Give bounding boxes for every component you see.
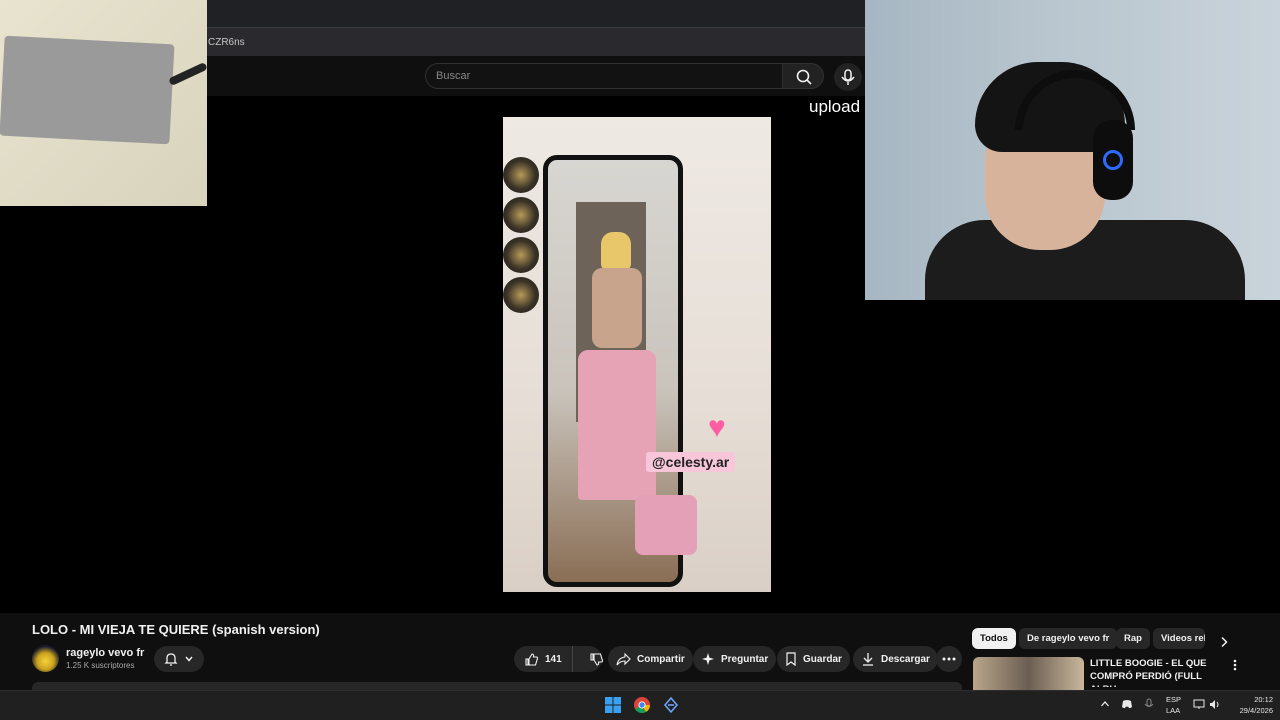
- search-button[interactable]: [782, 63, 824, 89]
- share-button[interactable]: Compartir: [608, 646, 693, 672]
- sparkle-icon: [702, 653, 714, 665]
- wall-decoration: [503, 157, 545, 327]
- chip-from-channel[interactable]: De rageylo vevo fr: [1019, 628, 1118, 649]
- discord-icon: [1122, 700, 1132, 709]
- download-icon: [863, 653, 873, 666]
- clock-date[interactable]: 29/4/2026: [1225, 706, 1273, 715]
- tray-network[interactable]: [1193, 698, 1205, 710]
- chevron-right-icon: [1221, 636, 1228, 648]
- keyboard-layout-indicator[interactable]: LAA: [1166, 706, 1180, 715]
- pink-bag-image: [635, 495, 697, 555]
- notification-bell-button[interactable]: [154, 646, 204, 672]
- subscriber-count: 1.25 K suscriptores: [66, 661, 135, 670]
- language-indicator[interactable]: ESP: [1166, 695, 1181, 704]
- like-dislike-group: 141: [514, 646, 603, 672]
- heart-sticker-icon: ♥: [708, 411, 726, 444]
- download-button[interactable]: Descargar: [853, 646, 938, 672]
- like-count: 141: [545, 653, 562, 665]
- search-icon: [796, 69, 812, 85]
- mention-sticker: @celesty.ar: [646, 452, 736, 472]
- taskbar-app[interactable]: [661, 695, 681, 715]
- voice-search-button[interactable]: [834, 63, 862, 91]
- camera-overlay-device: [0, 0, 207, 206]
- tray-volume[interactable]: [1209, 698, 1221, 710]
- headset-icon: [1093, 120, 1133, 200]
- ask-label: Preguntar: [721, 653, 769, 665]
- more-actions-button[interactable]: [936, 646, 962, 672]
- more-horizontal-icon: [942, 657, 956, 661]
- overlay-caption: upload: [809, 97, 861, 116]
- search-placeholder: Buscar: [436, 70, 471, 82]
- screen: CZR6ns Buscar ♥ @celesty.ar upload LOLO …: [0, 0, 1280, 720]
- windows-logo-icon: [605, 697, 621, 713]
- recommendation-thumbnail[interactable]: [973, 657, 1084, 690]
- chip-related-videos[interactable]: Videos rel: [1153, 628, 1205, 649]
- network-icon: [1193, 699, 1205, 709]
- recommendation-menu-button[interactable]: [1229, 658, 1241, 672]
- microphone-icon: [1144, 698, 1154, 707]
- search-input[interactable]: Buscar: [425, 63, 783, 89]
- video-frame[interactable]: ♥ @celesty.ar: [503, 117, 771, 592]
- more-vertical-icon: [1233, 659, 1237, 671]
- like-button[interactable]: 141: [514, 646, 573, 672]
- volume-icon: [1210, 699, 1219, 709]
- chip-rap[interactable]: Rap: [1116, 628, 1150, 649]
- channel-name[interactable]: rageylo vevo fr: [66, 647, 144, 659]
- webcam-overlay: [865, 0, 1280, 300]
- recommendation-title[interactable]: LITTLE BOOGIE - EL QUE COMPRÓ PERDIÓ (FU…: [1090, 657, 1225, 687]
- description-box-edge[interactable]: [32, 682, 962, 690]
- chevron-up-icon: [1101, 701, 1109, 707]
- thumbs-down-icon: [590, 652, 603, 666]
- chrome-icon: [634, 697, 650, 713]
- tray-overflow-button[interactable]: [1099, 698, 1111, 710]
- share-label: Compartir: [637, 653, 685, 665]
- mic-icon: [841, 69, 855, 85]
- tray-discord[interactable]: [1121, 698, 1133, 710]
- app-logo-icon: [664, 697, 678, 713]
- save-button[interactable]: Guardar: [777, 646, 850, 672]
- download-label: Descargar: [881, 653, 930, 665]
- bookmark-icon: [786, 652, 796, 666]
- ask-button[interactable]: Preguntar: [693, 646, 777, 672]
- video-title: LOLO - MI VIEJA TE QUIERE (spanish versi…: [32, 622, 320, 637]
- taskbar-chrome[interactable]: [632, 695, 652, 715]
- thumbs-up-icon: [525, 652, 539, 666]
- clock-time[interactable]: 20:12: [1243, 695, 1273, 704]
- chips-next-button[interactable]: [1214, 632, 1234, 652]
- start-button[interactable]: [603, 695, 623, 715]
- share-icon: [616, 652, 631, 665]
- bell-icon: [164, 653, 178, 666]
- chevron-down-icon: [185, 656, 193, 662]
- tray-microphone[interactable]: [1143, 698, 1155, 710]
- channel-avatar[interactable]: [32, 645, 59, 672]
- address-url-text[interactable]: CZR6ns: [208, 37, 245, 48]
- save-label: Guardar: [803, 653, 842, 665]
- chip-all[interactable]: Todos: [972, 628, 1016, 649]
